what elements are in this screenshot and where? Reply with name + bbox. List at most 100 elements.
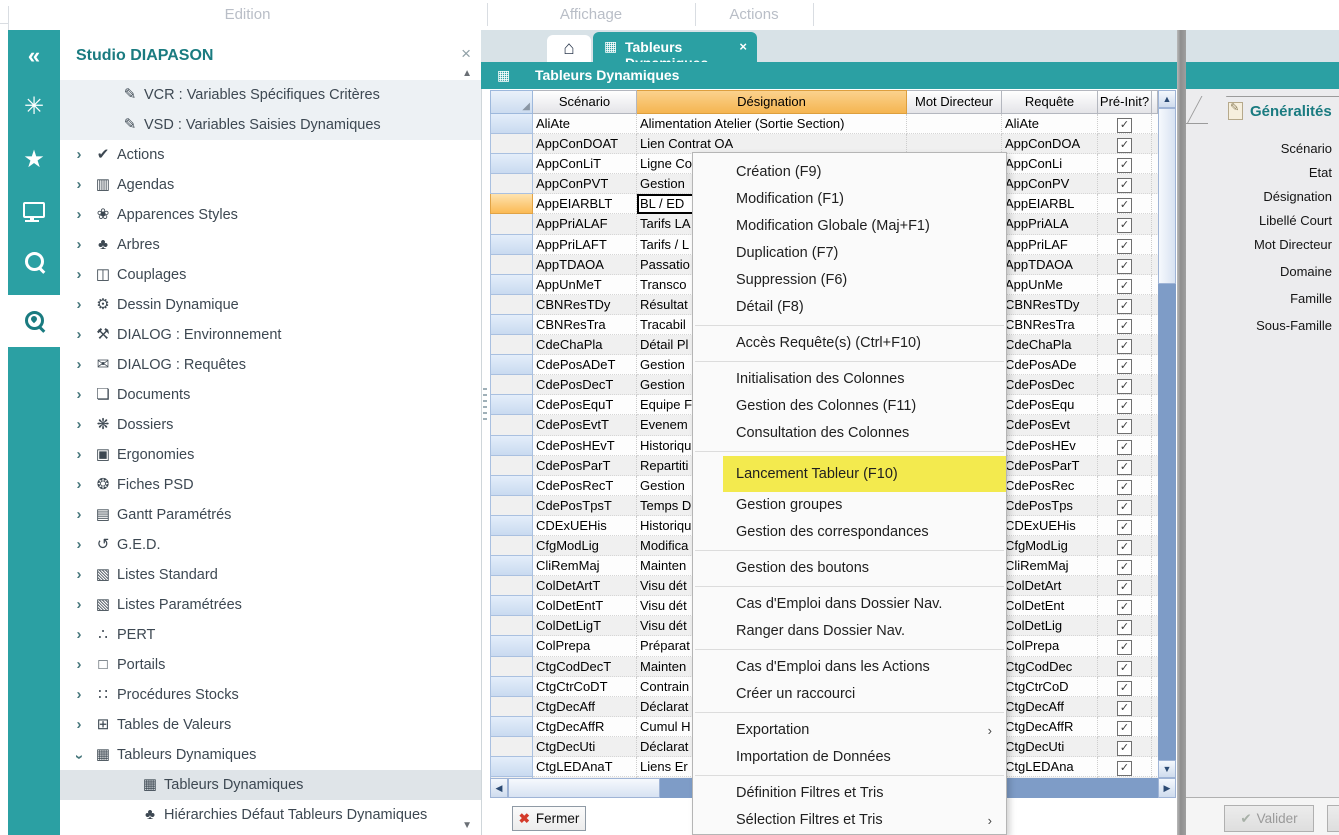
row-marker[interactable] (490, 114, 533, 134)
tree-item-pert[interactable]: ›∴PERT (60, 620, 481, 650)
row-marker[interactable] (490, 516, 533, 536)
row-marker[interactable] (490, 576, 533, 596)
tree-item-documents[interactable]: ›❏Documents (60, 380, 481, 410)
cell-scenario[interactable]: CdePosTpsT (533, 496, 637, 516)
cell-scenario[interactable]: CtgCodDecT (533, 657, 637, 677)
chevron-right-icon[interactable]: › (73, 590, 85, 620)
chevron-right-icon[interactable]: › (73, 380, 85, 410)
row-marker[interactable] (490, 275, 533, 295)
checkbox-checked-icon[interactable]: ✓ (1117, 118, 1132, 133)
column-header-designation[interactable]: Désignation (637, 90, 907, 114)
cell-scenario[interactable]: CtgDecAffR (533, 717, 637, 737)
cell-scenario[interactable]: AppConLiT (533, 154, 637, 174)
tree-item-vsd-variables-saisies-dynamiques[interactable]: ✎VSD : Variables Saisies Dynamiques (60, 110, 481, 140)
horizontal-scrollbar-thumb[interactable] (508, 778, 660, 798)
cell-scenario[interactable]: AppEIARBLT (533, 194, 637, 214)
cell-requete[interactable]: CdePosADe (1002, 355, 1098, 375)
cell-requete[interactable]: CtgDecAffR (1002, 717, 1098, 737)
row-marker[interactable] (490, 596, 533, 616)
menu-item-consultation-des-colonnes[interactable]: Consultation des Colonnes (693, 420, 1006, 447)
cell-requete[interactable]: CtgCodDec (1002, 657, 1098, 677)
cell-requete[interactable]: CtgDecAff (1002, 697, 1098, 717)
tree-item-gantt-param-tr-s[interactable]: ›▤Gantt Paramétrés (60, 500, 481, 530)
tree-item-tableurs-dynamiques[interactable]: ›▦Tableurs Dynamiques (60, 740, 481, 770)
cell-scenario[interactable]: AppPriALAF (533, 214, 637, 234)
cell-pre-init[interactable]: ✓ (1098, 134, 1152, 154)
cell-pre-init[interactable]: ✓ (1098, 636, 1152, 656)
close-sidebar-icon[interactable]: × (461, 44, 471, 64)
cell-requete[interactable]: AppConPV (1002, 174, 1098, 194)
column-header-mot-directeur[interactable]: Mot Directeur (907, 90, 1002, 114)
cell-pre-init[interactable]: ✓ (1098, 335, 1152, 355)
menu-item-importation-de-donn-es[interactable]: Importation de Données (693, 744, 1006, 771)
cell-pre-init[interactable]: ✓ (1098, 616, 1152, 636)
cell-mot-directeur[interactable] (907, 114, 1002, 134)
cell-scenario[interactable]: AppTDAOA (533, 255, 637, 275)
search-location-tab[interactable] (8, 295, 60, 347)
row-marker[interactable] (490, 436, 533, 456)
cell-scenario[interactable]: CDExUEHis (533, 516, 637, 536)
cell-pre-init[interactable]: ✓ (1098, 496, 1152, 516)
checkbox-checked-icon[interactable]: ✓ (1117, 440, 1132, 455)
star-icon[interactable]: ★ (8, 145, 60, 174)
cell-pre-init[interactable]: ✓ (1098, 235, 1152, 255)
row-marker[interactable] (490, 636, 533, 656)
checkbox-checked-icon[interactable]: ✓ (1117, 158, 1132, 173)
row-marker[interactable] (490, 737, 533, 757)
tree-item-arbres[interactable]: ›♣Arbres (60, 230, 481, 260)
checkbox-checked-icon[interactable]: ✓ (1117, 419, 1132, 434)
cell-pre-init[interactable]: ✓ (1098, 576, 1152, 596)
tree-item-vcr-variables-sp-cifiques-crit-res[interactable]: ✎VCR : Variables Spécifiques Critères (60, 80, 481, 110)
vertical-scrollbar-thumb[interactable] (1158, 108, 1176, 284)
cell-pre-init[interactable]: ✓ (1098, 456, 1152, 476)
row-marker[interactable] (490, 717, 533, 737)
cell-scenario[interactable]: CBNResTDy (533, 295, 637, 315)
cell-requete[interactable]: CdePosDec (1002, 375, 1098, 395)
menu-item-cr-er-un-raccourci[interactable]: Créer un raccourci (693, 681, 1006, 708)
checkbox-checked-icon[interactable]: ✓ (1117, 279, 1132, 294)
tree-item-ergonomies[interactable]: ›▣Ergonomies (60, 440, 481, 470)
row-marker[interactable] (490, 616, 533, 636)
cell-pre-init[interactable]: ✓ (1098, 315, 1152, 335)
chevron-right-icon[interactable]: › (73, 170, 85, 200)
menu-item-s-lection-filtres-et-tris[interactable]: Sélection Filtres et Tris› (693, 807, 1006, 834)
menu-item-modification-globale-maj-f1[interactable]: Modification Globale (Maj+F1) (693, 213, 1006, 240)
close-tab-icon[interactable]: × (739, 39, 747, 54)
cell-scenario[interactable]: AppConDOAT (533, 134, 637, 154)
tab-home[interactable]: ⌂ (547, 35, 591, 62)
checkbox-checked-icon[interactable]: ✓ (1117, 359, 1132, 374)
menu-item-gestion-des-colonnes-f11[interactable]: Gestion des Colonnes (F11) (693, 393, 1006, 420)
checkbox-checked-icon[interactable]: ✓ (1117, 299, 1132, 314)
cell-scenario[interactable]: AppConPVT (533, 174, 637, 194)
checkbox-checked-icon[interactable]: ✓ (1117, 198, 1132, 213)
checkbox-checked-icon[interactable]: ✓ (1117, 259, 1132, 274)
row-marker[interactable] (490, 154, 533, 174)
checkbox-checked-icon[interactable]: ✓ (1117, 379, 1132, 394)
cell-pre-init[interactable]: ✓ (1098, 536, 1152, 556)
checkbox-checked-icon[interactable]: ✓ (1117, 741, 1132, 756)
tree-item-dossiers[interactable]: ›❋Dossiers (60, 410, 481, 440)
row-marker[interactable] (490, 295, 533, 315)
cell-scenario[interactable]: CtgDecAff (533, 697, 637, 717)
menu-item-exportation[interactable]: Exportation› (693, 717, 1006, 744)
cell-pre-init[interactable]: ✓ (1098, 255, 1152, 275)
checkbox-checked-icon[interactable]: ✓ (1117, 761, 1132, 776)
cell-scenario[interactable]: CdeChaPla (533, 335, 637, 355)
cell-pre-init[interactable]: ✓ (1098, 596, 1152, 616)
cell-pre-init[interactable]: ✓ (1098, 214, 1152, 234)
checkbox-checked-icon[interactable]: ✓ (1117, 600, 1132, 615)
tree-item-proc-dures-stocks[interactable]: ›∷Procédures Stocks (60, 680, 481, 710)
checkbox-checked-icon[interactable]: ✓ (1117, 178, 1132, 193)
row-marker[interactable] (490, 335, 533, 355)
cell-pre-init[interactable]: ✓ (1098, 114, 1152, 134)
menu-item-cas-d-emploi-dans-dossier-nav[interactable]: Cas d'Emploi dans Dossier Nav. (693, 591, 1006, 618)
cell-scenario[interactable]: CliRemMaj (533, 556, 637, 576)
checkbox-checked-icon[interactable]: ✓ (1117, 399, 1132, 414)
menu-item-initialisation-des-colonnes[interactable]: Initialisation des Colonnes (693, 366, 1006, 393)
menu-item-d-tail-f8[interactable]: Détail (F8) (693, 294, 1006, 321)
menu-item-modification-f1[interactable]: Modification (F1) (693, 186, 1006, 213)
checkbox-checked-icon[interactable]: ✓ (1117, 701, 1132, 716)
cell-requete[interactable]: ColDetEnt (1002, 596, 1098, 616)
cell-requete[interactable]: AppConLi (1002, 154, 1098, 174)
cell-requete[interactable]: AppConDOA (1002, 134, 1098, 154)
